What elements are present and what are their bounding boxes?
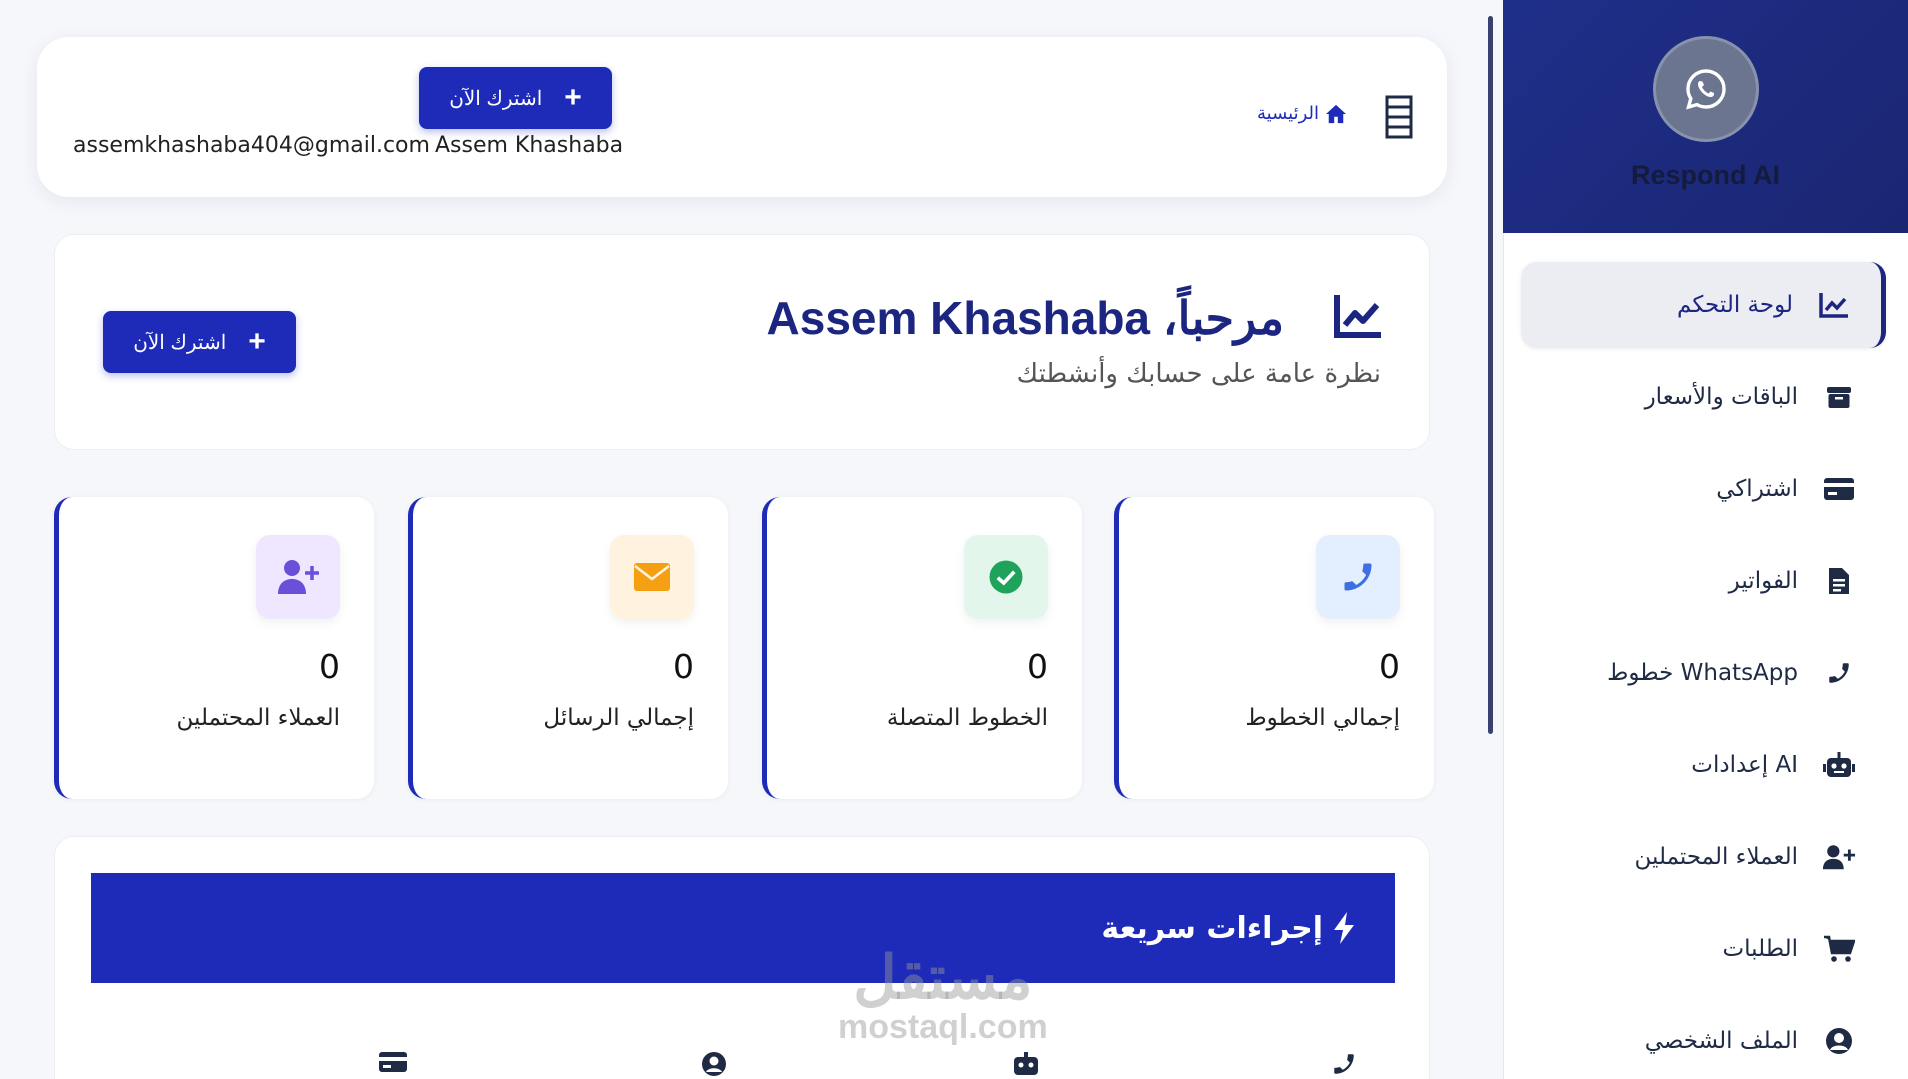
envelope-icon [610,535,694,619]
stat-value: 0 [673,647,694,686]
stat-label: إجمالي الرسائل [543,705,694,731]
whatsapp-icon [1653,36,1759,142]
sidebar-item-whatsapp-lines[interactable]: خطوط WhatsApp [1521,630,1886,716]
stat-card-connected-lines: 0 الخطوط المتصلة [762,497,1082,799]
stat-label: العملاء المحتملين [176,705,340,731]
check-circle-icon [964,535,1048,619]
chart-line-icon [1817,288,1851,322]
sidebar-item-label: الطلبات [1722,936,1798,962]
stat-value: 0 [319,647,340,686]
sidebar-item-invoices[interactable]: الفواتير [1521,538,1886,624]
sidebar-item-label: إعدادات AI [1691,752,1798,778]
invoice-icon [1822,564,1856,598]
user-name: Assem Khashaba [435,133,624,158]
welcome-card: اشترك الآن + مرحباً، Assem Khashaba نظرة… [54,234,1430,450]
plus-icon: + [248,325,266,358]
sidebar-item-label: العملاء المحتملين [1634,844,1798,870]
sidebar-item-plans[interactable]: الباقات والأسعار [1521,354,1886,440]
phone-icon[interactable] [1331,1051,1357,1077]
scrollbar-thumb[interactable] [1488,16,1493,734]
brand-name: Respond AI [1630,160,1780,190]
watermark: مستقل mostaql.com [838,948,1048,1047]
menu-toggle-icon[interactable] [1385,95,1413,139]
stat-label: إجمالي الخطوط [1245,705,1400,731]
sidebar-item-label: خطوط WhatsApp [1607,660,1798,686]
stat-value: 0 [1027,647,1048,686]
bolt-icon [1334,912,1354,944]
sidebar-item-orders[interactable]: الطلبات [1521,906,1886,992]
quick-actions-header: إجراءات سريعة [91,873,1395,983]
breadcrumb-home-label: الرئيسية [1257,103,1319,124]
sidebar-item-dashboard[interactable]: لوحة التحكم [1521,262,1886,348]
sidebar-item-label: الملف الشخصي [1644,1028,1798,1054]
welcome-subscribe-button[interactable]: اشترك الآن + [103,311,296,373]
stat-card-total-messages: 0 إجمالي الرسائل [408,497,728,799]
robot-icon[interactable] [1010,1051,1042,1077]
watermark-arabic: مستقل [853,944,1033,1011]
subscribe-now-button[interactable]: اشترك الآن + [419,67,612,129]
subscribe-label: اشترك الآن [449,87,543,110]
sidebar-item-label: الباقات والأسعار [1644,384,1798,410]
user-circle-icon [1822,1024,1856,1058]
cart-icon [1822,932,1856,966]
sidebar-item-ai-settings[interactable]: إعدادات AI [1521,722,1886,808]
welcome-title: مرحباً، Assem Khashaba [766,292,1284,344]
welcome-subscribe-label: اشترك الآن [133,331,227,354]
credit-card-icon[interactable] [378,1051,408,1073]
stat-value: 0 [1379,647,1400,686]
stat-card-total-lines: 0 إجمالي الخطوط [1114,497,1434,799]
user-plus-icon [256,535,340,619]
user-email: assemkhashaba404@gmail.com [73,133,430,158]
sidebar-item-leads[interactable]: العملاء المحتملين [1521,814,1886,900]
box-icon [1822,380,1856,414]
welcome-subtitle: نظرة عامة على حسابك وأنشطتك [1016,359,1381,389]
plus-icon: + [564,81,582,114]
robot-icon [1822,748,1856,782]
sidebar-nav: لوحة التحكم الباقات والأسعار اشتراكي الف… [1521,262,1886,1079]
sidebar-item-label: اشتراكي [1716,476,1798,502]
sidebar-item-profile[interactable]: الملف الشخصي [1521,998,1886,1079]
sidebar-item-subscription[interactable]: اشتراكي [1521,446,1886,532]
chart-line-icon [1334,295,1381,338]
sidebar-header: Respond AI [1503,0,1908,233]
user-plus-icon [1822,840,1856,874]
quick-actions-card: إجراءات سريعة [54,836,1430,1079]
breadcrumb[interactable]: الرئيسية [1257,103,1347,124]
stat-card-leads: 0 العملاء المحتملين [54,497,374,799]
user-circle-icon[interactable] [701,1051,727,1077]
watermark-url: mostaql.com [838,1008,1048,1046]
phone-icon [1316,535,1400,619]
credit-card-icon [1822,472,1856,506]
stat-label: الخطوط المتصلة [886,705,1048,731]
sidebar: Respond AI لوحة التحكم الباقات والأسعار … [1503,0,1908,1079]
sidebar-item-label: الفواتير [1728,568,1798,594]
quick-actions-title: إجراءات سريعة [1101,910,1323,946]
phone-icon [1822,656,1856,690]
top-header: اشترك الآن + assemkhashaba404@gmail.com … [37,37,1447,197]
sidebar-item-label: لوحة التحكم [1677,292,1793,318]
home-icon [1326,104,1346,123]
